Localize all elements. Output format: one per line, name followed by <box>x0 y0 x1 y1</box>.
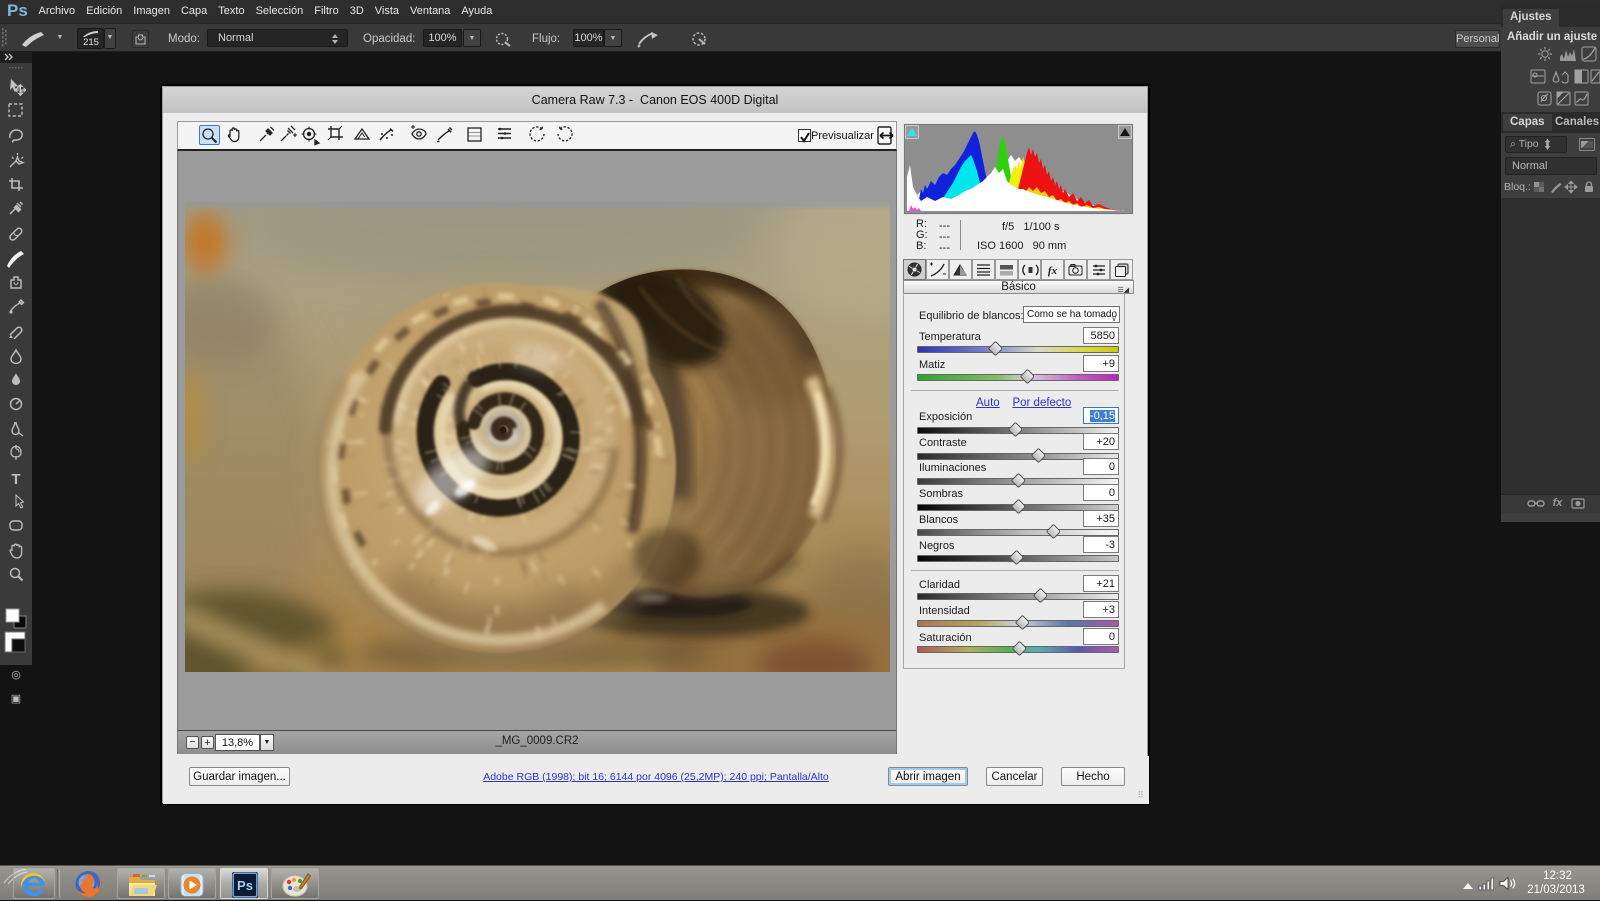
svg-text:fx: fx <box>1048 265 1058 277</box>
svg-text:Ps: Ps <box>237 878 253 893</box>
